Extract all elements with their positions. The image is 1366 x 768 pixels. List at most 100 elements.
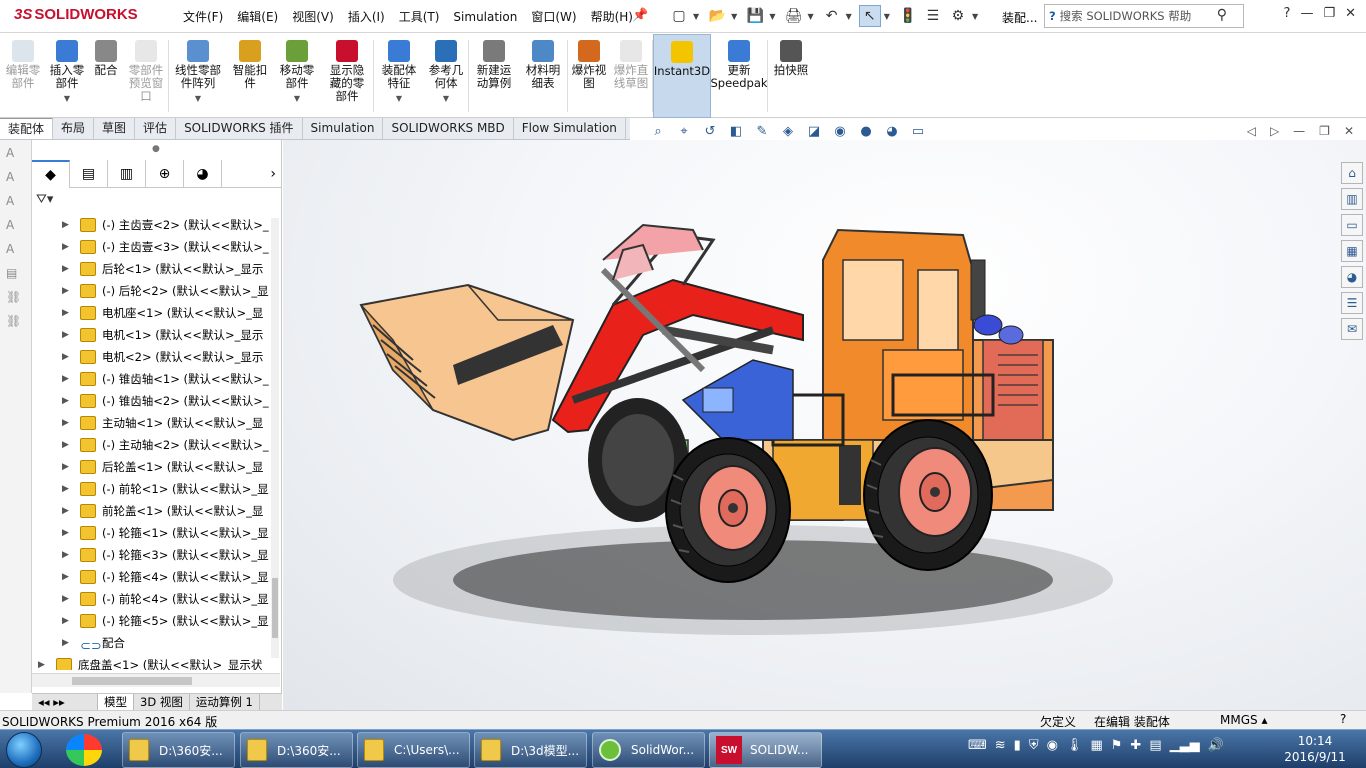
- flag-icon[interactable]: ⚑: [1111, 738, 1123, 753]
- appearances-icon[interactable]: ◕: [1341, 266, 1363, 288]
- command-tab-1[interactable]: 布局: [53, 118, 95, 139]
- menu-window[interactable]: 窗口(W): [524, 9, 583, 25]
- menu-file[interactable]: 文件(F): [176, 9, 230, 25]
- ribbon-button-9[interactable]: 参考几 何体 ▼: [424, 34, 468, 118]
- view-settings-icon[interactable]: ▭: [906, 121, 930, 141]
- filter-icon[interactable]: ⛛▾: [36, 192, 53, 207]
- dropdown-arrow-icon[interactable]: ▼: [195, 92, 201, 105]
- ribbon-button-16[interactable]: 拍快照: [768, 34, 814, 118]
- annotation-icon[interactable]: A: [6, 194, 26, 212]
- expand-icon[interactable]: ▶: [62, 566, 69, 588]
- command-tab-3[interactable]: 评估: [135, 118, 177, 139]
- expand-icon[interactable]: ▶: [62, 390, 69, 412]
- battery-icon[interactable]: ▮: [1014, 738, 1021, 753]
- expand-icon[interactable]: ▶: [62, 324, 69, 346]
- surface-finish-icon[interactable]: A: [6, 242, 26, 260]
- ribbon-button-5[interactable]: 智能扣件: [227, 34, 273, 118]
- network-icon[interactable]: ▦: [1090, 738, 1102, 753]
- expand-icon[interactable]: ▶: [62, 346, 69, 368]
- ribbon-button-15[interactable]: 更新 Speedpak: [710, 34, 768, 118]
- viewport-next-icon[interactable]: ▷: [1270, 124, 1279, 138]
- section-view-icon[interactable]: ◧: [724, 121, 748, 141]
- tree-item[interactable]: ▶ ⊂⊃ 配合: [32, 632, 280, 654]
- ribbon-button-3[interactable]: 零部件 预览窗口: [124, 34, 168, 118]
- taskbar-item-folder-4[interactable]: D:\3d模型...: [474, 732, 587, 768]
- command-tab-7[interactable]: Flow Simulation: [514, 118, 626, 139]
- tree-item[interactable]: ▶ (-) 前轮<4> (默认<<默认>_显: [32, 588, 280, 610]
- expand-icon[interactable]: ▶: [38, 654, 45, 670]
- tree-item[interactable]: ▶ 前轮盖<1> (默认<<默认>_显: [32, 500, 280, 522]
- status-help-icon[interactable]: ?: [1340, 712, 1346, 726]
- panel-scroll-right-icon[interactable]: ›: [222, 160, 282, 188]
- tree-item[interactable]: ▶ (-) 主齿壹<3> (默认<<默认>_: [32, 236, 280, 258]
- tree-item[interactable]: ▶ (-) 轮箍<4> (默认<<默认>_显: [32, 566, 280, 588]
- loader-model[interactable]: [283, 140, 1366, 710]
- tab-scroll-controls[interactable]: ◂◂ ▸▸: [32, 694, 98, 710]
- help-search-input[interactable]: 搜索 SOLIDWORKS 帮助: [1060, 8, 1192, 24]
- tree-item[interactable]: ▶ (-) 主动轴<2> (默认<<默认>_: [32, 434, 280, 456]
- tree-item[interactable]: ▶ (-) 前轮<1> (默认<<默认>_显: [32, 478, 280, 500]
- expand-icon[interactable]: ▶: [62, 610, 69, 632]
- solidworks-logo[interactable]: 3S SOLIDWORKS: [14, 6, 138, 23]
- ribbon-button-12[interactable]: 爆炸视图: [568, 34, 610, 118]
- tree-item[interactable]: ▶ 后轮盖<1> (默认<<默认>_显: [32, 456, 280, 478]
- open-icon[interactable]: 📂: [706, 5, 728, 27]
- expand-icon[interactable]: ▶: [62, 412, 69, 434]
- pin-menu-icon[interactable]: 📌: [632, 8, 648, 23]
- datum-icon[interactable]: A: [6, 218, 26, 236]
- dropdown-arrow-icon[interactable]: ▼: [64, 92, 70, 105]
- expand-icon[interactable]: ▶: [62, 544, 69, 566]
- expand-icon[interactable]: ▶: [62, 434, 69, 456]
- help-icon[interactable]: ?: [1284, 6, 1291, 21]
- feature-manager-tab[interactable]: ◆: [32, 160, 70, 188]
- zoom-to-fit-icon[interactable]: ⌕: [646, 121, 670, 141]
- command-tab-4[interactable]: SOLIDWORKS 插件: [176, 118, 303, 139]
- menu-view[interactable]: 视图(V): [285, 9, 341, 25]
- taskbar-item-solidworks[interactable]: SW SOLIDW...: [709, 732, 822, 768]
- tree-item[interactable]: ▶ 底盘盖<1> (默认<<默认>_显示状: [32, 654, 280, 670]
- tab-3d-view[interactable]: 3D 视图: [134, 694, 190, 710]
- viewport-restore-icon[interactable]: ❐: [1319, 124, 1330, 138]
- edit-appearance-icon[interactable]: ●: [854, 121, 878, 141]
- display-manager-tab[interactable]: ◕: [184, 160, 222, 188]
- view-palette-icon[interactable]: ▦: [1341, 240, 1363, 262]
- ribbon-button-4[interactable]: 线性零部 件阵列 ▼: [169, 34, 227, 118]
- design-library-icon[interactable]: ▥: [1341, 188, 1363, 210]
- select-icon[interactable]: ↖: [858, 5, 881, 27]
- tree-item[interactable]: ▶ (-) 轮箍<1> (默认<<默认>_显: [32, 522, 280, 544]
- configuration-manager-tab[interactable]: ▥: [108, 160, 146, 188]
- hide-show-items-icon[interactable]: ◉: [828, 121, 852, 141]
- system-clock[interactable]: 10:14 2016/9/11: [1280, 733, 1350, 765]
- menu-insert[interactable]: 插入(I): [341, 9, 392, 25]
- custom-properties-icon[interactable]: ☰: [1341, 292, 1363, 314]
- file-properties-icon[interactable]: ☰: [922, 5, 944, 27]
- add-icon[interactable]: ✚: [1130, 738, 1141, 753]
- display-style-icon[interactable]: ◪: [802, 121, 826, 141]
- security-app-icon[interactable]: ◉: [1047, 738, 1058, 753]
- undo-icon[interactable]: ↶: [821, 5, 843, 27]
- search-icon[interactable]: ⚲: [1217, 7, 1227, 23]
- ribbon-button-14[interactable]: Instant3D: [653, 34, 711, 118]
- pinned-360-icon[interactable]: [66, 734, 102, 766]
- expand-icon[interactable]: ▶: [62, 522, 69, 544]
- tree-item[interactable]: ▶ (-) 锥齿轴<1> (默认<<默认>_: [32, 368, 280, 390]
- menu-simulation[interactable]: Simulation: [446, 9, 524, 25]
- tree-horizontal-scrollbar[interactable]: [32, 673, 280, 687]
- print-icon[interactable]: 🖨: [782, 5, 804, 27]
- shield-icon[interactable]: ⛨: [1029, 738, 1039, 753]
- cosmetic-thread-icon[interactable]: ⛓: [6, 290, 26, 308]
- view-orientation-icon[interactable]: ◈: [776, 121, 800, 141]
- menu-tools[interactable]: 工具(T): [392, 9, 447, 25]
- ribbon-button-6[interactable]: 移动零 部件 ▼: [273, 34, 321, 118]
- panel-grip-icon[interactable]: ●: [152, 144, 160, 154]
- tree-item[interactable]: ▶ (-) 轮箍<5> (默认<<默认>_显: [32, 610, 280, 632]
- volume-icon[interactable]: 🔊: [1208, 738, 1224, 753]
- expand-icon[interactable]: ▶: [62, 500, 69, 522]
- wifi-icon[interactable]: ≋: [995, 738, 1006, 753]
- dropdown-arrow-icon[interactable]: ▼: [443, 92, 449, 105]
- dynamic-annotation-icon[interactable]: ✎: [750, 121, 774, 141]
- tree-item[interactable]: ▶ (-) 锥齿轴<2> (默认<<默认>_: [32, 390, 280, 412]
- signal-icon[interactable]: ▁▃▅: [1170, 738, 1200, 753]
- expand-icon[interactable]: ▶: [62, 368, 69, 390]
- dimxpert-manager-tab[interactable]: ⊕: [146, 160, 184, 188]
